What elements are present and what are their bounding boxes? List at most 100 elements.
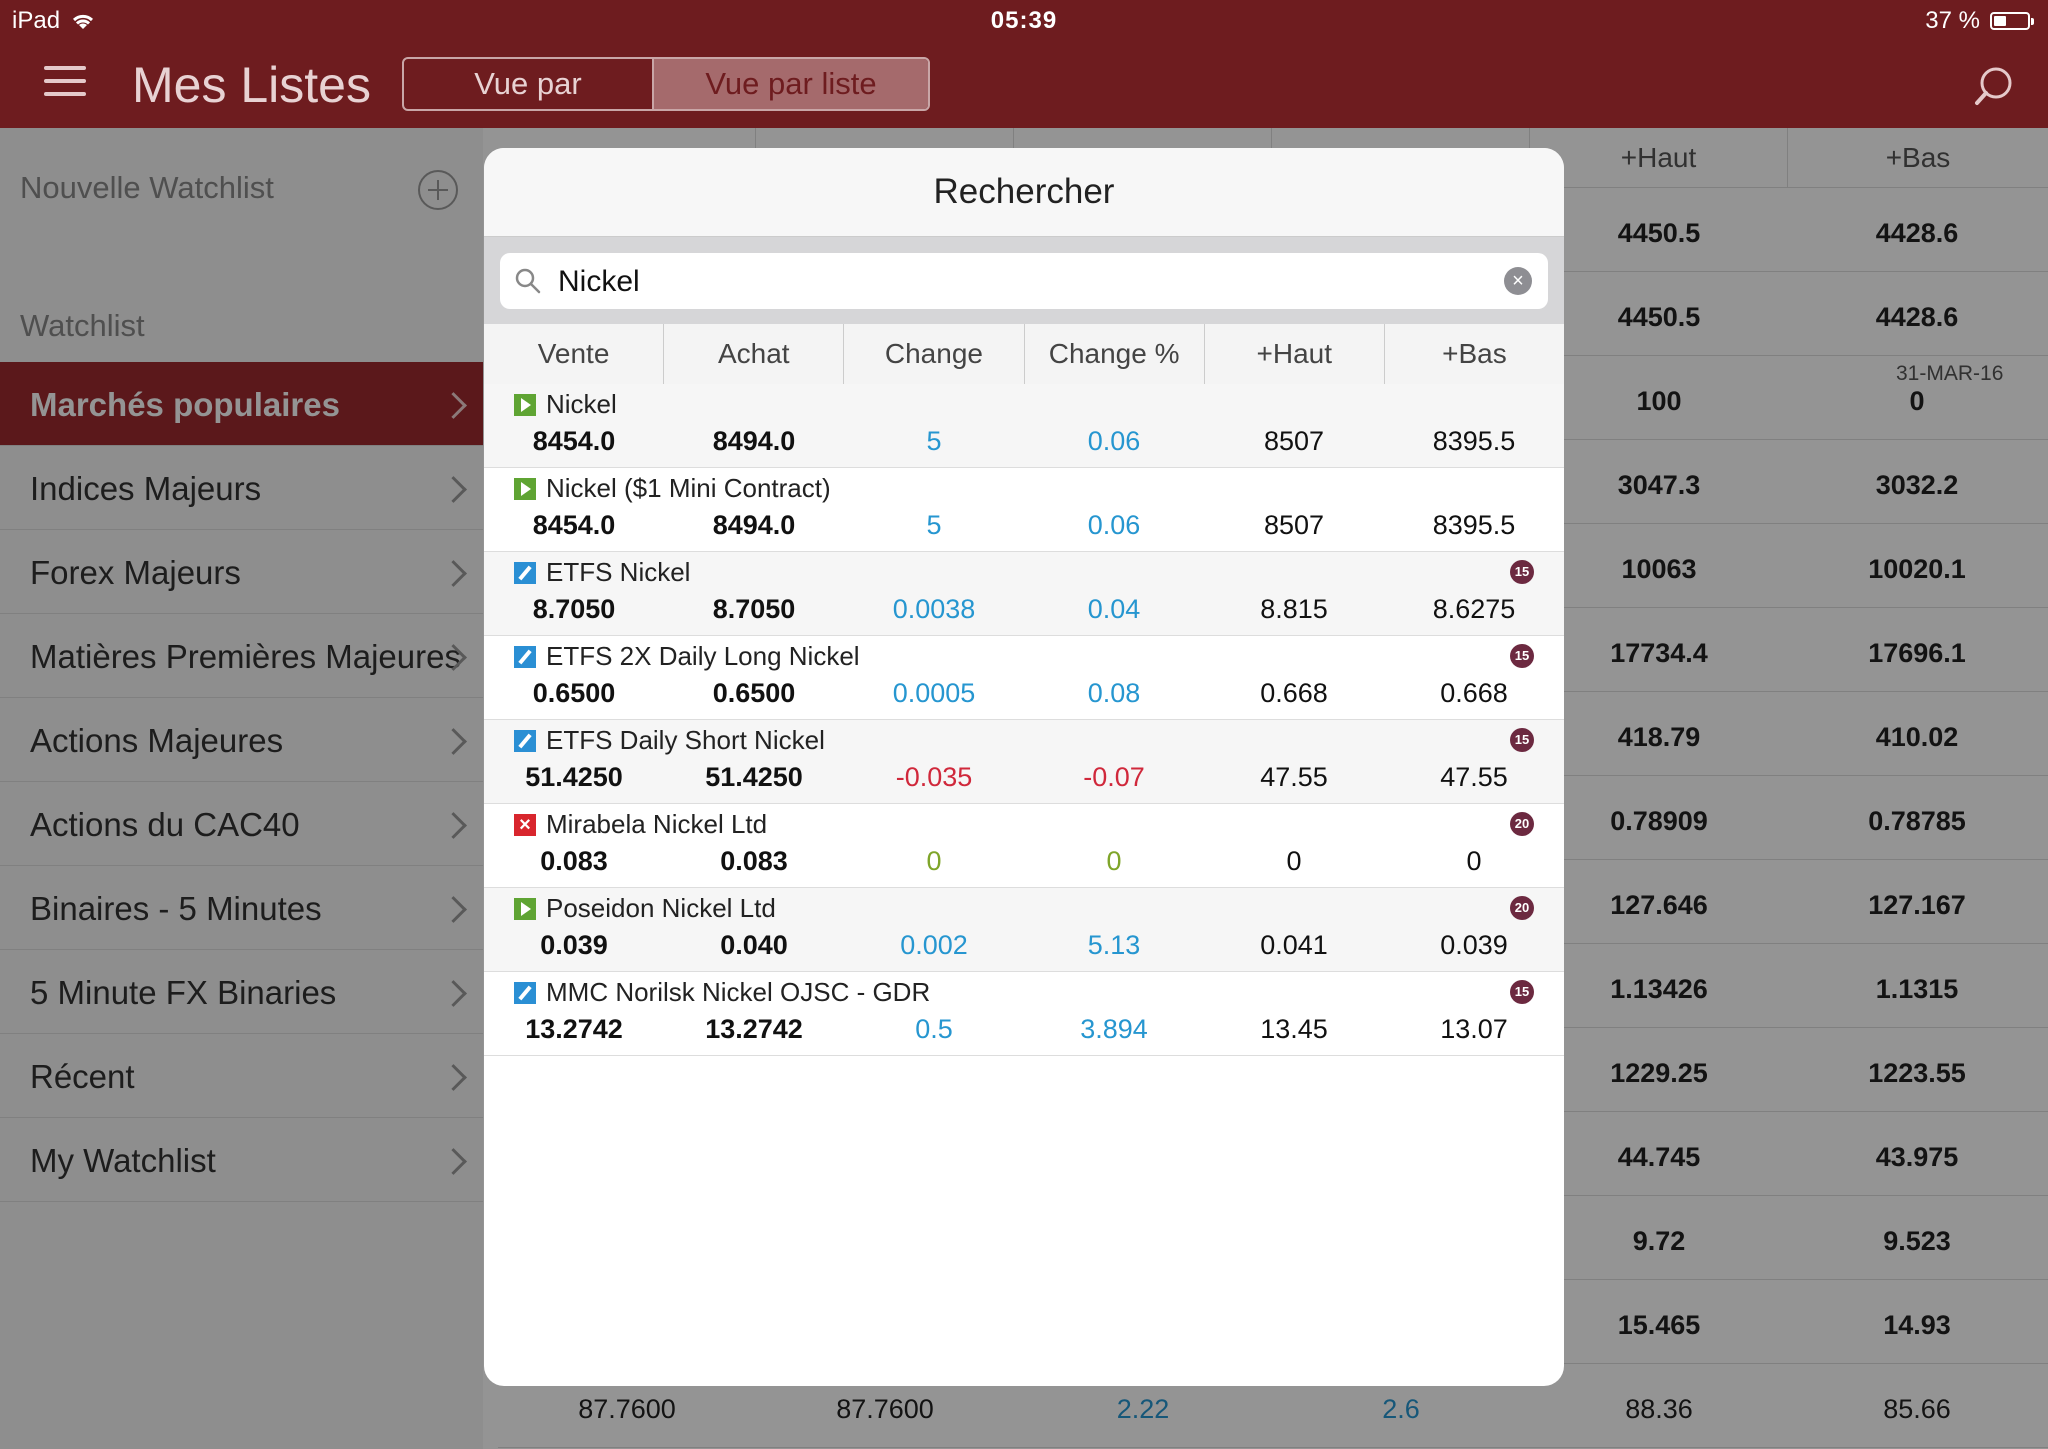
result-row[interactable]: × Mirabela Nickel Ltd 20 0.083 0.083 0 0 0 0 (484, 804, 1564, 888)
menu-icon[interactable] (44, 66, 86, 102)
delay-badge: 20 (1510, 896, 1534, 920)
play-icon (514, 394, 536, 416)
result-change-pct: 5.13 (1087, 930, 1141, 960)
result-haut: 8.815 (1260, 594, 1328, 624)
search-input[interactable] (556, 261, 1460, 303)
result-haut: 13.45 (1260, 1014, 1328, 1044)
col-change: Change (844, 324, 1025, 384)
pencil-icon (514, 646, 536, 668)
delay-badge: 15 (1510, 560, 1534, 584)
battery-icon (1990, 12, 2034, 30)
result-row[interactable]: ETFS Nickel 15 8.7050 8.7050 0.0038 0.04 8.815… (484, 552, 1564, 636)
battery-percent: 37 % (1925, 7, 1980, 34)
delay-badge: 20 (1510, 812, 1534, 836)
result-name: Mirabela Nickel Ltd (546, 809, 768, 839)
result-vente: 0.039 (540, 930, 608, 960)
result-haut: 0.041 (1260, 930, 1328, 960)
delay-badge: 15 (1510, 980, 1534, 1004)
col-bas: +Bas (1442, 338, 1507, 369)
result-bas: 0.039 (1440, 930, 1508, 960)
result-bas: 8.6275 (1432, 594, 1516, 624)
result-haut: 8507 (1263, 426, 1325, 456)
result-vente: 0.6500 (532, 678, 616, 708)
cross-icon: × (514, 814, 536, 836)
delay-badge: 15 (1510, 644, 1534, 668)
col-vente: Vente (484, 324, 665, 384)
result-haut: 8507 (1263, 510, 1325, 540)
result-row[interactable]: ETFS 2X Daily Long Nickel 15 0.6500 0.6500 0… (484, 636, 1564, 720)
result-change-pct: 0.04 (1087, 594, 1141, 624)
results-header: Vente Achat Change Change % +Haut +Bas (484, 324, 1564, 385)
popup-title: Rechercher (484, 148, 1564, 237)
result-change: 0.5 (915, 1014, 953, 1044)
result-name: Nickel ($1 Mini Contract) (546, 473, 831, 503)
search-bar: × (484, 237, 1564, 325)
result-change: 0.0005 (892, 678, 976, 708)
result-achat: 0.040 (720, 930, 788, 960)
result-achat: 0.083 (720, 846, 788, 876)
col-haut: +Haut (1205, 324, 1385, 384)
result-row[interactable]: MMC Norilsk Nickel OJSC - GDR 15 13.2742 13… (484, 972, 1564, 1056)
result-change-pct: 3.894 (1080, 1014, 1148, 1044)
result-change-pct: 0.08 (1087, 678, 1141, 708)
pencil-icon (514, 562, 536, 584)
result-achat: 13.2742 (705, 1014, 803, 1044)
result-bas: 13.07 (1440, 1014, 1508, 1044)
status-bar: iPad 05:39 37 % (0, 0, 2048, 42)
pencil-icon (514, 730, 536, 752)
result-row[interactable]: Poseidon Nickel Ltd 20 0.039 0.040 0.002 5.13… (484, 888, 1564, 972)
play-icon (514, 478, 536, 500)
search-field[interactable]: × (500, 253, 1548, 309)
result-change: 0 (926, 846, 942, 876)
result-achat: 8494.0 (712, 510, 796, 540)
clock: 05:39 (990, 7, 1058, 34)
result-haut: 0.668 (1260, 678, 1328, 708)
result-vente: 0.083 (540, 846, 608, 876)
result-bas: 8395.5 (1432, 426, 1516, 456)
result-name: ETFS 2X Daily Long Nickel (546, 641, 860, 671)
result-change: -0.035 (895, 762, 973, 792)
result-row[interactable]: ETFS Daily Short Nickel 15 51.4250 51.4250 -… (484, 720, 1564, 804)
result-change: 5 (926, 510, 942, 540)
result-change-pct: 0.06 (1087, 510, 1141, 540)
wifi-icon (73, 14, 94, 29)
page-title: Mes Listes (132, 57, 371, 113)
result-change: 0.002 (900, 930, 968, 960)
result-haut: 47.55 (1260, 762, 1328, 792)
segment-graph-view[interactable]: Vue par graphique (404, 59, 654, 109)
result-achat: 8494.0 (712, 426, 796, 456)
search-icon[interactable] (1972, 64, 2016, 108)
result-achat: 8.7050 (712, 594, 796, 624)
col-change-pct: Change % (1025, 324, 1205, 384)
result-change-pct: -0.07 (1083, 762, 1145, 792)
result-achat: 0.6500 (712, 678, 796, 708)
search-popup: Rechercher × Vente Achat Change Change %… (484, 148, 1564, 1386)
result-bas: 0 (1466, 846, 1482, 876)
result-haut: 0 (1286, 846, 1302, 876)
segment-list-view[interactable]: Vue par liste (654, 59, 928, 109)
result-vente: 8.7050 (532, 594, 616, 624)
play-icon (514, 898, 536, 920)
result-change: 0.0038 (892, 594, 976, 624)
result-row[interactable]: Nickel ($1 Mini Contract) 8454.0 8494.0 5 0.… (484, 468, 1564, 552)
result-achat: 51.4250 (705, 762, 803, 792)
result-vente: 51.4250 (525, 762, 623, 792)
result-name: Poseidon Nickel Ltd (546, 893, 776, 923)
result-vente: 13.2742 (525, 1014, 623, 1044)
result-name: MMC Norilsk Nickel OJSC - GDR (546, 977, 931, 1007)
result-name: Nickel (546, 389, 617, 419)
result-vente: 8454.0 (532, 426, 616, 456)
view-segment-control: Vue par graphique Vue par liste (402, 57, 930, 111)
nav-bar: Mes Listes Vue par graphique Vue par lis… (0, 42, 2048, 128)
result-change-pct: 0.06 (1087, 426, 1141, 456)
result-change: 5 (926, 426, 942, 456)
result-name: ETFS Nickel (546, 557, 691, 587)
result-bas: 0.668 (1440, 678, 1508, 708)
result-bas: 8395.5 (1432, 510, 1516, 540)
result-row[interactable]: Nickel 8454.0 8494.0 5 0.06 8507 8395.5 (484, 384, 1564, 468)
clear-search-icon[interactable]: × (1504, 267, 1532, 295)
result-vente: 8454.0 (532, 510, 616, 540)
result-bas: 47.55 (1440, 762, 1508, 792)
pencil-icon (514, 982, 536, 1004)
col-achat: Achat (664, 324, 845, 384)
